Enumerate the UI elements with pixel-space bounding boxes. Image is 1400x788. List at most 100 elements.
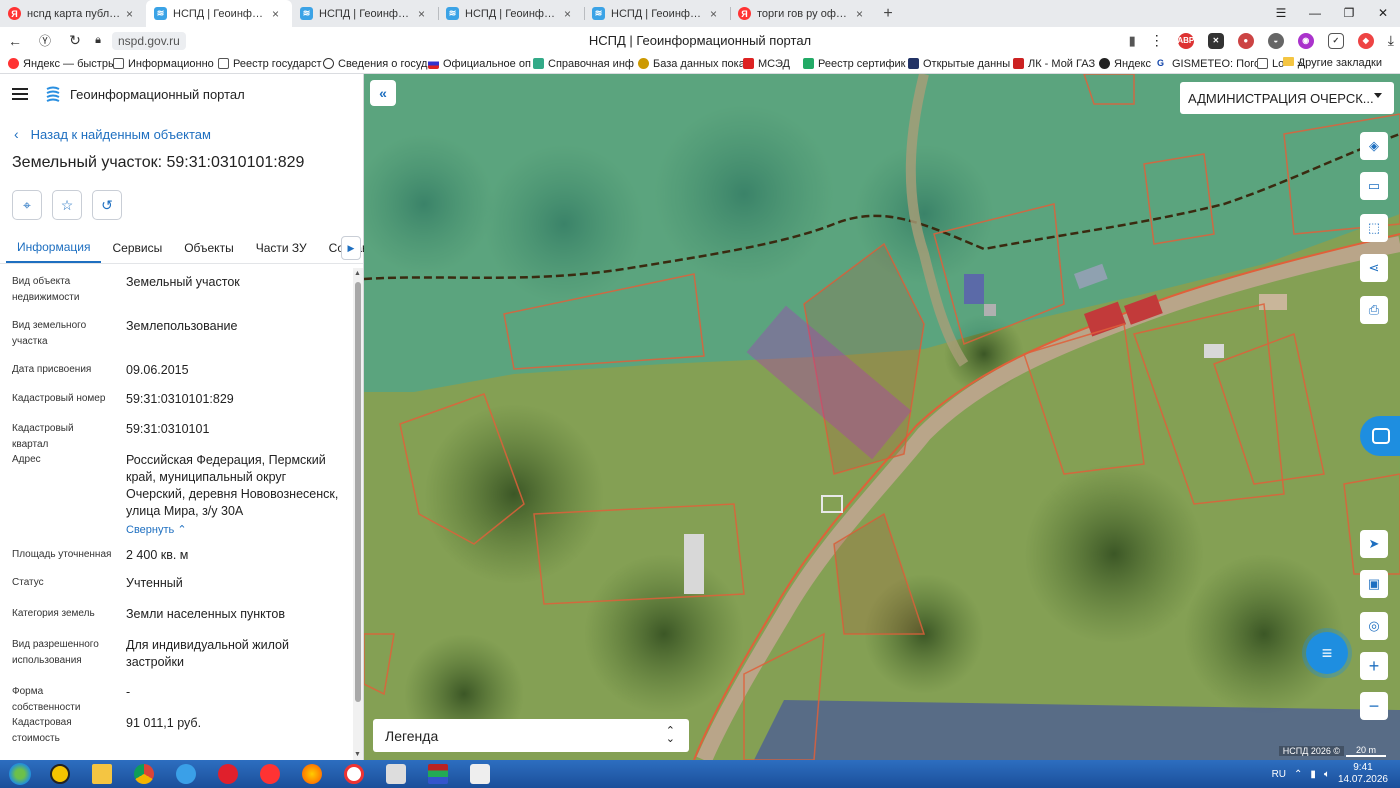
close-icon[interactable]: × xyxy=(126,7,138,21)
taskbar-app[interactable] xyxy=(376,762,416,786)
taskbar-app[interactable] xyxy=(208,762,248,786)
close-icon[interactable]: × xyxy=(272,7,284,21)
panel-header: Геоинформационный портал xyxy=(0,74,363,114)
bookmark-item[interactable]: Реестр сертифик xyxy=(803,58,908,70)
tabs-scroll-right-button[interactable]: ▶ xyxy=(341,236,361,260)
bookmark-item[interactable]: МСЭД xyxy=(743,58,803,70)
bookmark-item[interactable]: Справочная инф xyxy=(533,58,638,70)
minimap-button[interactable]: ▣ xyxy=(1360,570,1388,598)
map-view[interactable]: « АДМИНИСТРАЦИЯ ОЧЕРСК... ◈ ▭ ⬚ ⋖ ⎙ ➤ ▣ … xyxy=(364,74,1400,760)
side-widget-button[interactable] xyxy=(1360,416,1400,456)
tab-parts[interactable]: Части ЗУ xyxy=(245,232,318,263)
close-icon[interactable]: × xyxy=(856,7,868,21)
bookmark-item[interactable]: Официальное оп xyxy=(428,58,533,70)
ruler-button[interactable]: ▭ xyxy=(1360,172,1388,200)
locate-object-button[interactable]: ⌖ xyxy=(12,190,42,220)
volume-icon[interactable]: 🔈︎ xyxy=(1324,769,1330,780)
nspd-icon: ≋ xyxy=(154,7,167,20)
bookmark-item[interactable]: G GISMETEO: Погод xyxy=(1157,58,1257,70)
back-icon[interactable]: ← xyxy=(0,33,30,49)
bookmark-item[interactable]: Информационно xyxy=(113,58,218,70)
browser-tab-1[interactable]: Янсnд карта публичная ка × xyxy=(0,0,146,27)
tab-information[interactable]: Информация xyxy=(6,232,102,263)
taskbar-app[interactable] xyxy=(40,762,80,786)
legend-panel[interactable]: Легенда ⌃ ⌄ xyxy=(373,719,689,752)
close-icon[interactable]: × xyxy=(710,7,722,21)
collapse-address-link[interactable]: Свернуть ⌃ xyxy=(126,522,346,539)
zoom-in-icon: + xyxy=(1368,655,1380,676)
scroll-down-icon[interactable]: ▼ xyxy=(354,751,361,758)
clock[interactable]: 9:41 14.07.2026 xyxy=(1338,762,1388,786)
taskbar-app[interactable] xyxy=(250,762,290,786)
taskbar-app[interactable] xyxy=(166,762,206,786)
layers-button[interactable]: ◈ xyxy=(1360,132,1388,160)
browser-tab-4[interactable]: ≋ НСПД | Геоинформацион × xyxy=(438,0,584,27)
start-button[interactable] xyxy=(0,760,40,788)
favorite-button[interactable]: ☆ xyxy=(52,190,82,220)
back-to-results-link[interactable]: ‹ Назад к найденным объектам xyxy=(0,114,363,154)
bookmark-item[interactable]: Реестр государст xyxy=(218,58,323,70)
reload-icon[interactable]: ↻ xyxy=(60,32,90,49)
tab-objects[interactable]: Объекты xyxy=(173,232,245,263)
taskbar-app[interactable] xyxy=(460,762,500,786)
nspd-icon: ≋ xyxy=(592,7,605,20)
minimize-icon[interactable]: — xyxy=(1298,0,1332,26)
locate-button[interactable]: ◎ xyxy=(1360,612,1388,640)
select-area-button[interactable]: ⬚ xyxy=(1360,214,1388,242)
download-icon[interactable]: ⤓ xyxy=(1388,32,1394,49)
restore-icon[interactable]: ❐ xyxy=(1332,0,1366,26)
chat-button[interactable]: ≡ xyxy=(1306,632,1348,674)
extension-icon[interactable]: ◉ xyxy=(1297,32,1314,49)
extension-icon[interactable]: ◒ xyxy=(1267,32,1284,49)
language-indicator[interactable]: RU xyxy=(1272,769,1286,780)
print-button[interactable]: ⎙ xyxy=(1360,296,1388,324)
collapse-panel-button[interactable]: « xyxy=(370,80,396,106)
scroll-up-icon[interactable]: ▲ xyxy=(354,270,361,277)
yandex-home-icon[interactable]: Ⓨ xyxy=(30,32,60,49)
chevron-up-icon: ⌃ xyxy=(177,524,187,536)
new-tab-button[interactable]: + xyxy=(876,0,900,27)
close-icon[interactable]: × xyxy=(418,7,430,21)
extension-icon[interactable]: ✓ xyxy=(1327,32,1344,49)
menu-icon[interactable]: ☰ xyxy=(1264,0,1298,26)
close-window-icon[interactable]: ✕ xyxy=(1366,0,1400,26)
bookmark-item[interactable]: Сведения о госуд xyxy=(323,58,428,70)
bookmark-item[interactable]: База данных пока xyxy=(638,58,743,70)
satellite-map[interactable] xyxy=(364,74,1400,760)
bookmark-item[interactable]: ЛК - Мой ГАЗ xyxy=(1013,58,1099,70)
taskbar-app[interactable] xyxy=(82,762,122,786)
bookmark-icon[interactable]: ▮ xyxy=(1129,33,1136,49)
taskbar-app[interactable] xyxy=(334,762,374,786)
browser-tab-2[interactable]: ≋ НСПД | Геоинформаци × xyxy=(146,0,292,27)
bookmark-item[interactable]: Яндекс xyxy=(1099,58,1157,70)
bookmark-item[interactable]: Яндекс — быстрый xyxy=(8,58,113,70)
extension-icon[interactable]: ◆ xyxy=(1357,32,1374,49)
zoom-out-button[interactable]: − xyxy=(1360,692,1388,720)
bookmark-item[interactable]: Открытые данны xyxy=(908,58,1013,70)
taskbar-app[interactable] xyxy=(292,762,332,786)
region-select[interactable]: АДМИНИСТРАЦИЯ ОЧЕРСК... xyxy=(1180,82,1394,114)
adblock-icon[interactable]: ABP xyxy=(1177,32,1194,49)
browser-tab-6[interactable]: Яторги гов ру официальные × xyxy=(730,0,876,27)
zoom-in-button[interactable]: + xyxy=(1360,652,1388,680)
more-icon[interactable]: ⋮ xyxy=(1150,32,1164,49)
network-icon[interactable]: ▮ xyxy=(1310,769,1316,780)
extension-icon[interactable]: ✕ xyxy=(1207,32,1224,49)
chevron-up-icon[interactable]: ⌃ xyxy=(1294,769,1302,780)
panel-scrollbar[interactable]: ▲ ▼ xyxy=(353,268,363,760)
tab-services[interactable]: Сервисы xyxy=(101,232,173,263)
browser-tab-3[interactable]: ≋ НСПД | Геоинформацион × xyxy=(292,0,438,27)
taskbar-app[interactable] xyxy=(418,762,458,786)
close-icon[interactable]: × xyxy=(564,7,576,21)
other-bookmarks[interactable]: Другие закладки xyxy=(1282,57,1382,69)
url-field[interactable]: nspd.gov.ru xyxy=(112,31,186,50)
field-value: Земли населенных пунктов xyxy=(126,607,285,621)
history-button[interactable]: ↺ xyxy=(92,190,122,220)
share-button[interactable]: ⋖ xyxy=(1360,254,1388,282)
browser-tab-5[interactable]: ≋ НСПД | Геоинформацион × xyxy=(584,0,730,27)
navigate-button[interactable]: ➤ xyxy=(1360,530,1388,558)
scrollbar-thumb[interactable] xyxy=(355,282,361,702)
extension-icon[interactable]: ● xyxy=(1237,32,1254,49)
taskbar-app[interactable] xyxy=(124,762,164,786)
hamburger-menu-icon[interactable] xyxy=(12,88,28,100)
